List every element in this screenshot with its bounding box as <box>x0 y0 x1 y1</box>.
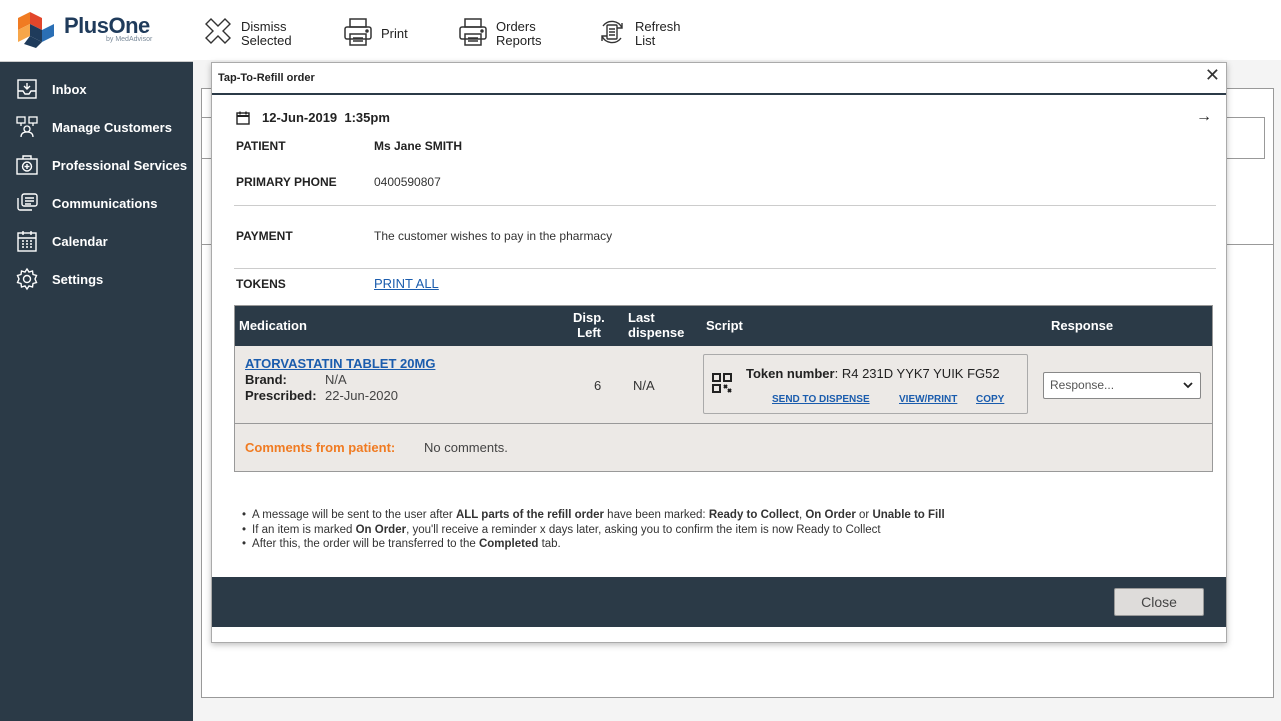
print-label: Print <box>381 26 408 41</box>
next-arrow-icon[interactable]: → <box>1196 108 1212 126</box>
sidebar-item-professional-services[interactable]: Professional Services <box>0 146 193 184</box>
orders-reports-button[interactable]: Orders Reports <box>458 16 542 56</box>
sidebar-item-label: Communications <box>52 195 158 211</box>
sidebar-item-label: Manage Customers <box>52 119 172 135</box>
plusone-logo-icon <box>18 12 54 48</box>
dismiss-label-2: Selected <box>241 33 292 48</box>
background-search-box[interactable] <box>1224 117 1265 159</box>
disp-left-value: 6 <box>594 378 602 393</box>
table-row: ATORVASTATIN TABLET 20MG Brand: N/A Pres… <box>235 346 1212 424</box>
order-date: 12-Jun-2019 1:35pm <box>236 110 390 125</box>
prescribed-label: Prescribed: <box>245 388 317 403</box>
orders-label-2: Reports <box>496 33 542 48</box>
col-disp-left: Disp. Left <box>573 310 605 340</box>
last-dispense-value: N/A <box>633 378 655 393</box>
orders-label-1: Orders <box>496 19 536 34</box>
script-token-box: Token number: R4 231D YYK7 YUIK FG52 SEN… <box>703 354 1028 414</box>
printer-icon <box>459 18 487 46</box>
calendar-icon <box>14 228 40 254</box>
close-icon[interactable]: ✕ <box>1205 65 1220 86</box>
medical-kit-icon <box>14 152 40 178</box>
col-last-dispense: Last dispense <box>628 310 685 340</box>
table-header: Medication Disp. Left Last dispense Script… <box>235 306 1212 346</box>
note-item: After this, the order will be transferre… <box>242 537 945 552</box>
prescribed-value: 22-Jun-2020 <box>325 388 398 403</box>
refresh-list-button[interactable]: Refresh List <box>597 16 681 56</box>
payment-label: PAYMENT <box>236 229 293 243</box>
brand-value: N/A <box>325 372 347 387</box>
token-label: Token number <box>746 366 835 381</box>
token-value: : R4 231D YYK7 YUIK FG52 <box>834 366 1000 381</box>
comments-value: No comments. <box>424 440 508 455</box>
messages-icon <box>14 190 40 216</box>
print-all-link[interactable]: PRINT ALL <box>374 276 439 291</box>
toolbar: Dismiss Selected Print Orders Reports Refr… <box>193 0 1281 60</box>
dismiss-icon <box>205 18 231 44</box>
modal-header: Tap-To-Refill order ✕ <box>212 63 1226 95</box>
medication-name-link[interactable]: ATORVASTATIN TABLET 20MG <box>245 356 435 371</box>
refresh-label-1: Refresh <box>635 19 681 34</box>
refresh-icon <box>601 20 623 44</box>
order-date-text: 12-Jun-2019 1:35pm <box>262 110 390 125</box>
close-button[interactable]: Close <box>1114 588 1204 616</box>
comments-label: Comments from patient: <box>245 440 396 455</box>
tokens-label: TOKENS <box>236 277 286 291</box>
print-button[interactable]: Print <box>343 16 408 56</box>
dismiss-selected-button[interactable]: Dismiss Selected <box>203 16 292 56</box>
brand-subtitle: by MedAdvisor <box>106 36 153 43</box>
patient-value: Ms Jane SMITH <box>374 139 463 153</box>
medication-table: Medication Disp. Left Last dispense Script… <box>234 305 1213 472</box>
col-medication: Medication <box>239 318 307 333</box>
sidebar-item-label: Calendar <box>52 233 108 249</box>
col-script: Script <box>706 318 743 333</box>
payment-value: The customer wishes to pay in the pharma… <box>374 229 613 243</box>
chevron-down-icon <box>1182 373 1194 407</box>
prescribed-line: Prescribed: 22-Jun-2020 <box>245 388 398 403</box>
sidebar-item-label: Inbox <box>52 81 87 97</box>
view-print-link[interactable]: VIEW/PRINT <box>899 394 957 405</box>
comments-row: Comments from patient: No comments. <box>235 424 1212 471</box>
inbox-icon <box>14 76 40 102</box>
modal-title: Tap-To-Refill order <box>218 72 315 84</box>
qr-code-icon <box>712 373 732 393</box>
sidebar-item-settings[interactable]: Settings <box>0 260 193 298</box>
response-select-value: Response... <box>1050 378 1115 392</box>
sidebar-item-label: Professional Services <box>52 157 188 173</box>
modal-footer: Close <box>212 577 1226 627</box>
sidebar-item-communications[interactable]: Communications <box>0 184 193 222</box>
phone-label: PRIMARY PHONE <box>236 175 337 189</box>
phone-value: 0400590807 <box>374 175 441 189</box>
refresh-label-2: List <box>635 33 656 48</box>
note-item: If an item is marked On Order, you'll re… <box>242 523 945 538</box>
dismiss-label-1: Dismiss <box>241 19 287 34</box>
token-number: Token number: R4 231D YYK7 YUIK FG52 <box>746 366 1000 381</box>
response-select[interactable]: Response... <box>1043 372 1201 399</box>
notes-list: A message will be sent to the user after… <box>242 508 945 552</box>
note-item: A message will be sent to the user after… <box>242 508 945 523</box>
gear-icon <box>14 266 40 292</box>
col-response: Response <box>1051 318 1114 333</box>
sidebar-nav: Inbox Manage Customers Professional Serv… <box>0 70 193 298</box>
calendar-icon <box>236 111 250 125</box>
patient-label: PATIENT <box>236 139 286 153</box>
tap-to-refill-modal: Tap-To-Refill order ✕ 12-Jun-2019 1:35pm… <box>211 62 1227 643</box>
sidebar: PlusOne by MedAdvisor Inbox Manage Custo… <box>0 0 193 721</box>
send-to-dispense-link[interactable]: SEND TO DISPENSE <box>772 394 870 405</box>
customers-icon <box>14 114 40 140</box>
divider <box>234 268 1216 269</box>
printer-icon <box>344 18 372 46</box>
brand-label: Brand: <box>245 372 287 387</box>
copy-link[interactable]: COPY <box>976 394 1004 405</box>
sidebar-item-manage-customers[interactable]: Manage Customers <box>0 108 193 146</box>
divider <box>234 205 1216 206</box>
sidebar-item-label: Settings <box>52 271 104 287</box>
brand-line: Brand: N/A <box>245 372 347 387</box>
sidebar-item-inbox[interactable]: Inbox <box>0 70 193 108</box>
sidebar-item-calendar[interactable]: Calendar <box>0 222 193 260</box>
logo-area: PlusOne by MedAdvisor <box>0 0 193 62</box>
